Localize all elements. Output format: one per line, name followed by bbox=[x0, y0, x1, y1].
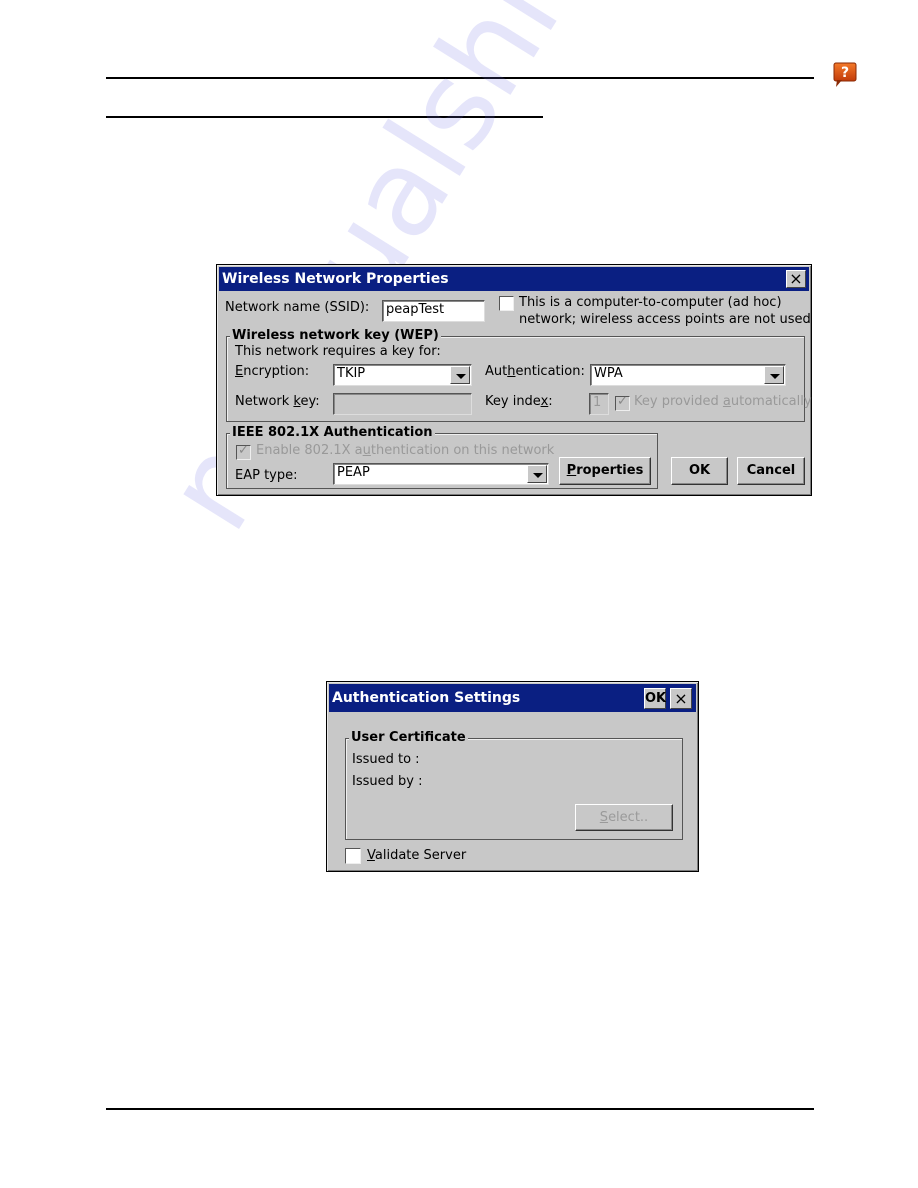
requires-key-label: This network requires a key for: bbox=[235, 344, 441, 359]
key-auto-checkbox[interactable]: ✓ bbox=[615, 394, 630, 411]
network-key-label: Network key: bbox=[235, 394, 320, 409]
checkmark-icon: ✓ bbox=[617, 394, 628, 409]
adhoc-label-line1: This is a computer-to-computer (ad hoc) bbox=[519, 295, 782, 310]
wep-group-title: Wireless network key (WEP) bbox=[230, 327, 441, 345]
chevron-down-icon[interactable] bbox=[450, 366, 470, 384]
dialog-titlebar: Wireless Network Properties × bbox=[219, 267, 809, 291]
ok-button[interactable]: OK bbox=[671, 457, 728, 485]
key-auto-label: Key provided automatically bbox=[634, 394, 812, 409]
section-heading-rule bbox=[106, 116, 543, 118]
eap-type-select[interactable]: PEAP bbox=[333, 463, 549, 485]
chevron-down-icon[interactable] bbox=[527, 465, 547, 483]
dialog-titlebar: Authentication Settings OK × bbox=[329, 684, 696, 712]
authentication-label: Authentication: bbox=[485, 364, 585, 379]
network-name-label: Network name (SSID): bbox=[225, 300, 370, 315]
close-button[interactable]: × bbox=[786, 270, 806, 288]
close-button[interactable]: × bbox=[670, 688, 692, 709]
network-key-input[interactable] bbox=[333, 393, 472, 415]
dialog-title: Wireless Network Properties bbox=[222, 271, 449, 287]
help-question-icon[interactable]: ? bbox=[833, 62, 857, 88]
user-certificate-title: User Certificate bbox=[349, 729, 468, 747]
key-index-label: Key index: bbox=[485, 394, 553, 409]
validate-server-label: Validate Server bbox=[367, 848, 467, 863]
issued-by-label: Issued by : bbox=[352, 774, 423, 789]
validate-server-checkbox[interactable] bbox=[345, 848, 361, 864]
wireless-network-properties-dialog: Wireless Network Properties × Network na… bbox=[216, 264, 812, 496]
header-rule bbox=[106, 77, 814, 79]
checkmark-icon: ✓ bbox=[238, 443, 249, 458]
authentication-select[interactable]: WPA bbox=[590, 364, 786, 386]
ok-title-button[interactable]: OK bbox=[644, 688, 666, 709]
close-icon: × bbox=[674, 689, 688, 708]
enable-8021x-checkbox[interactable]: ✓ bbox=[236, 443, 251, 460]
close-icon: × bbox=[789, 269, 803, 288]
network-name-input[interactable]: peapTest bbox=[382, 300, 485, 322]
authentication-value: WPA bbox=[594, 366, 623, 381]
svg-text:?: ? bbox=[841, 65, 849, 81]
issued-to-label: Issued to : bbox=[352, 752, 420, 767]
dialog-title: Authentication Settings bbox=[332, 690, 521, 706]
encryption-value: TKIP bbox=[337, 366, 366, 381]
select-certificate-button[interactable]: Select.. bbox=[575, 804, 673, 831]
chevron-down-icon[interactable] bbox=[764, 366, 784, 384]
authentication-settings-dialog: Authentication Settings OK × User Certif… bbox=[326, 681, 699, 872]
encryption-label: Encryption: bbox=[235, 364, 310, 379]
footer-rule bbox=[106, 1108, 814, 1110]
eap-type-value: PEAP bbox=[337, 465, 370, 480]
encryption-select[interactable]: TKIP bbox=[333, 364, 472, 386]
adhoc-checkbox[interactable] bbox=[499, 296, 514, 311]
adhoc-label-line2: network; wireless access points are not … bbox=[519, 312, 811, 327]
enable-8021x-label: Enable 802.1X authentication on this net… bbox=[256, 443, 555, 458]
key-index-input[interactable]: 1 bbox=[589, 393, 609, 415]
cancel-button[interactable]: Cancel bbox=[737, 457, 805, 485]
eap-type-label: EAP type: bbox=[235, 468, 298, 483]
properties-button[interactable]: Properties bbox=[559, 457, 651, 485]
ieee-group-title: IEEE 802.1X Authentication bbox=[230, 424, 435, 442]
